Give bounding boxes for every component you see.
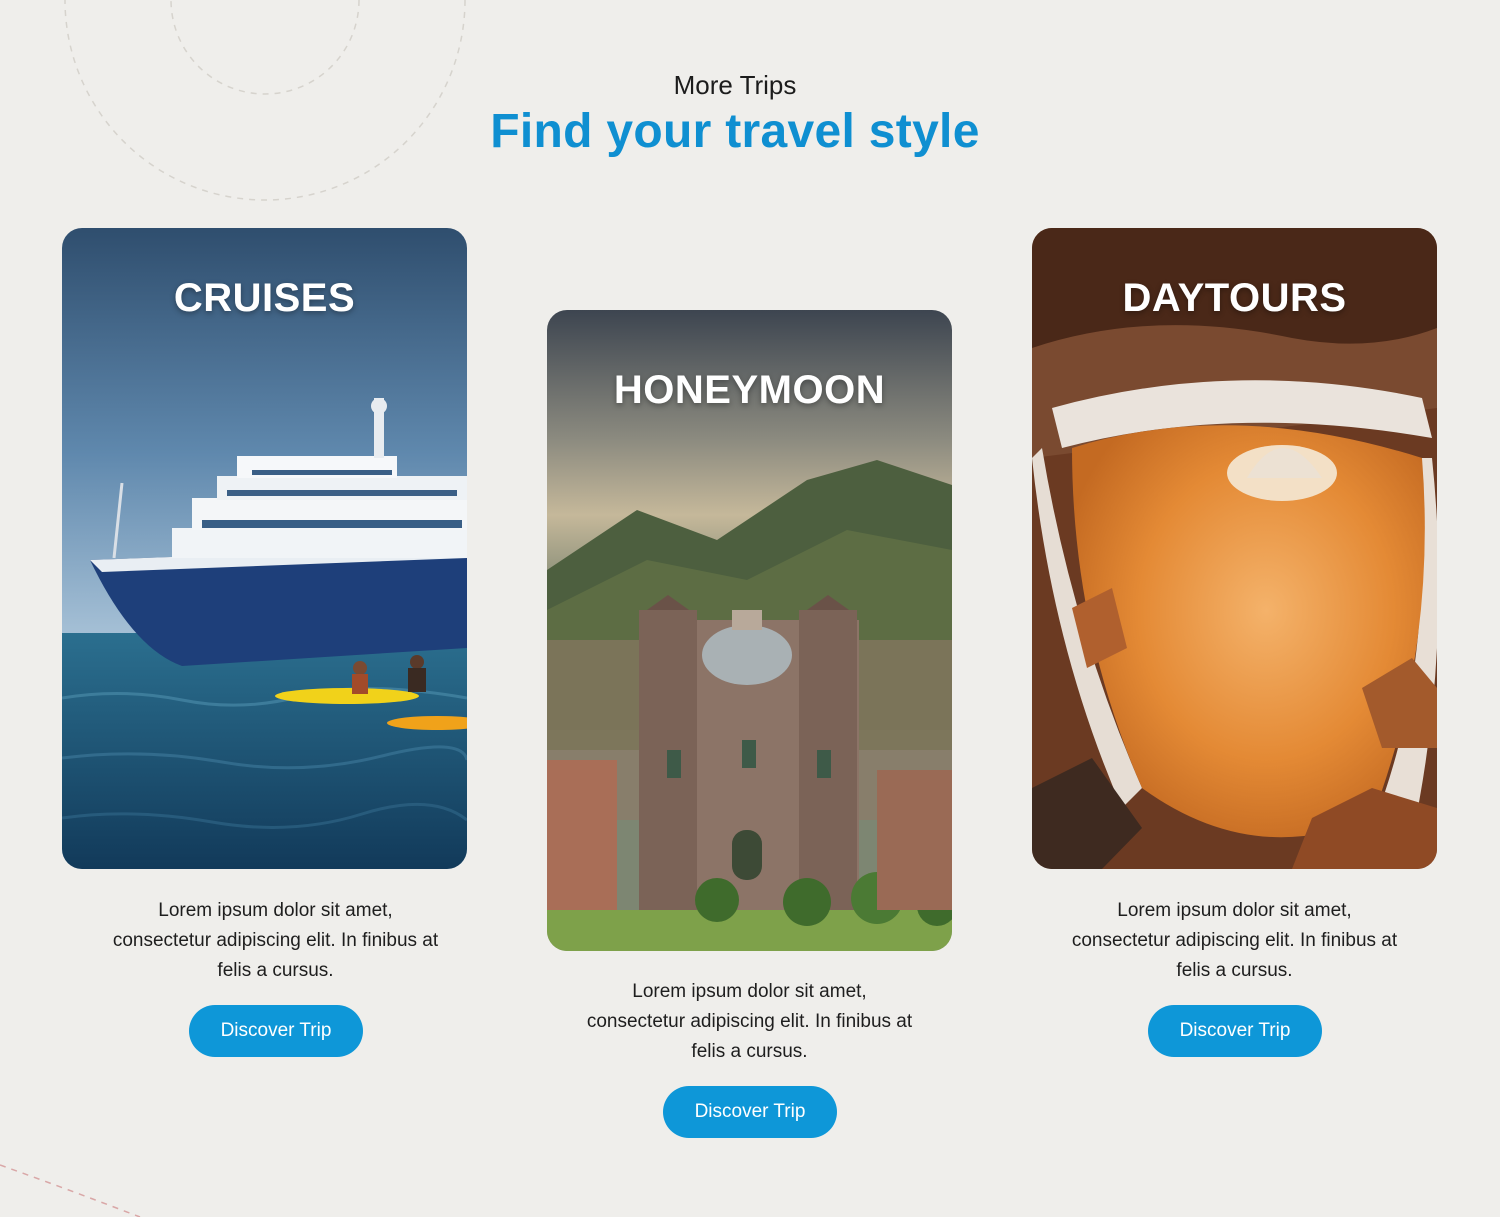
cruise-ship-photo (62, 228, 467, 869)
card-honeymoon-image[interactable]: HONEYMOON (547, 310, 952, 951)
travel-styles-section: More Trips Find your travel style CRUISE… (0, 0, 1500, 1217)
daytours-discover-trip-button[interactable]: Discover Trip (1148, 1005, 1322, 1057)
cruises-discover-trip-button[interactable]: Discover Trip (189, 1005, 363, 1057)
card-daytours-image[interactable]: DAYTOURS (1032, 228, 1437, 869)
honeymoon-discover-trip-button[interactable]: Discover Trip (663, 1086, 837, 1138)
card-cruises-image[interactable]: CRUISES (62, 228, 467, 869)
salt-ponds-photo (1032, 228, 1437, 869)
card-honeymoon-description: Lorem ipsum dolor sit amet, consectetur … (586, 981, 913, 1062)
card-daytours-title: DAYTOURS (1122, 276, 1347, 320)
card-honeymoon-title: HONEYMOON (613, 368, 886, 412)
card-cruises-title: CRUISES (173, 276, 356, 320)
section-eyebrow: More Trips (673, 70, 797, 100)
card-cruises-description: Lorem ipsum dolor sit amet, consectetur … (112, 900, 439, 981)
section-headline: Find your travel style (490, 105, 980, 158)
card-daytours-description: Lorem ipsum dolor sit amet, consectetur … (1071, 900, 1398, 981)
